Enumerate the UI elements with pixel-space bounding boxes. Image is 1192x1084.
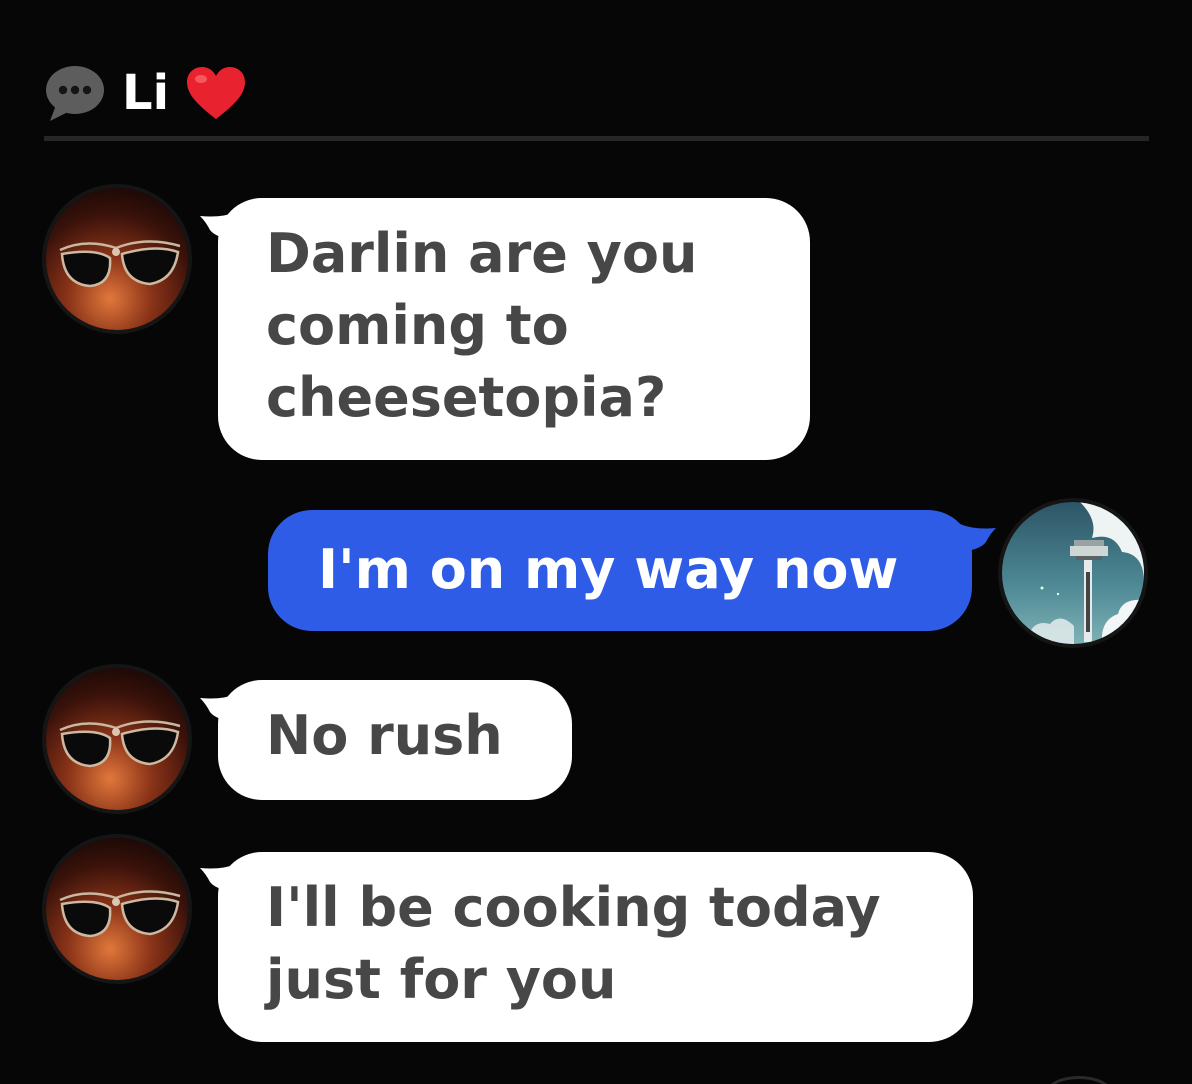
next-message-avatar bbox=[1046, 1076, 1112, 1084]
glasses-avatar bbox=[46, 188, 188, 330]
glasses-avatar bbox=[46, 838, 188, 980]
contact-avatar[interactable] bbox=[46, 188, 188, 330]
tower-sky-avatar bbox=[1002, 502, 1144, 644]
heart-icon bbox=[187, 67, 246, 119]
contact-avatar[interactable] bbox=[46, 668, 188, 810]
message-bubble-incoming[interactable]: Darlin are you coming to cheesetopia? bbox=[218, 198, 810, 460]
message-bubble-incoming[interactable]: I'll be cooking today just for you bbox=[218, 852, 973, 1042]
my-avatar[interactable] bbox=[1002, 502, 1144, 644]
header-divider bbox=[44, 136, 1149, 141]
glasses-avatar bbox=[46, 668, 188, 810]
message-bubble-outgoing[interactable]: I'm on my way now bbox=[268, 510, 972, 631]
chat-header: Li bbox=[44, 58, 247, 128]
chat-screen: Li Darlin are you coming to cheesetopia?… bbox=[0, 0, 1192, 1084]
contact-name: Li bbox=[122, 65, 170, 121]
chat-bubble-icon bbox=[46, 66, 104, 121]
message-bubble-incoming[interactable]: No rush bbox=[218, 680, 572, 800]
contact-avatar[interactable] bbox=[46, 838, 188, 980]
